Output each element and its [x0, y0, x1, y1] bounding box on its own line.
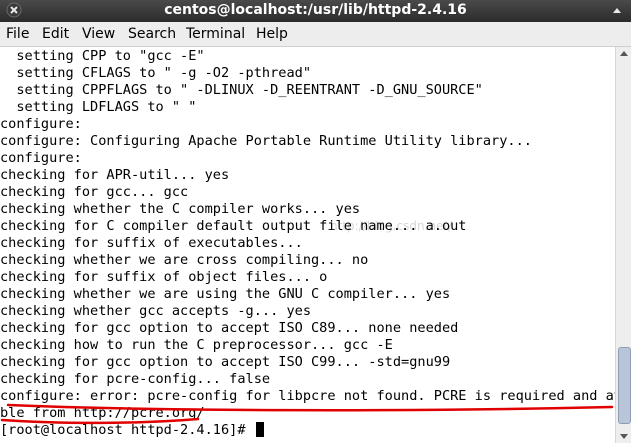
maximize-icon[interactable]	[609, 3, 625, 19]
error-line-continuation: ble from http://pcre.org/	[0, 405, 205, 421]
title-bar: centos@localhost:/usr/lib/httpd-2.4.16	[0, 0, 631, 22]
menu-edit[interactable]: Edit	[42, 26, 69, 42]
text-cursor	[255, 422, 264, 437]
terminal-line: setting CPPFLAGS to " -DLINUX -D_REENTRA…	[0, 82, 483, 98]
window-title: centos@localhost:/usr/lib/httpd-2.4.16	[164, 2, 467, 18]
terminal-line: checking for suffix of executables...	[0, 235, 303, 251]
terminal-line: checking for gcc option to accept ISO C9…	[0, 354, 451, 370]
terminal-line: checking whether we are using the GNU C …	[0, 286, 451, 302]
vertical-scrollbar[interactable]	[615, 47, 631, 443]
menu-view[interactable]: View	[82, 26, 115, 42]
terminal-line: configure:	[0, 116, 82, 132]
scroll-up-arrow-icon[interactable]	[619, 49, 629, 59]
terminal-line: checking for gcc option to accept ISO C8…	[0, 320, 459, 336]
terminal-line: checking for gcc... gcc	[0, 184, 189, 200]
terminal-line: configure: Configuring Apache Portable R…	[0, 133, 532, 149]
terminal-line: checking whether we are cross compiling.…	[0, 252, 369, 268]
menu-bar: File Edit View Search Terminal Help	[0, 22, 631, 47]
terminal-line: checking for APR-util... yes	[0, 167, 230, 183]
menu-help[interactable]: Help	[256, 26, 288, 42]
terminal-line: checking how to run the C preprocessor..…	[0, 337, 393, 353]
menu-terminal[interactable]: Terminal	[186, 26, 245, 42]
terminal-output[interactable]: http://blog.csdn.net/ setting CPP to "gc…	[0, 47, 615, 443]
terminal-line: checking for suffix of object files... o	[0, 269, 328, 285]
terminal-line: setting LDFLAGS to " "	[0, 99, 197, 115]
terminal-line: setting CPP to "gcc -E"	[0, 48, 205, 64]
menu-file[interactable]: File	[6, 26, 29, 42]
prompt-line[interactable]: [root@localhost httpd-2.4.16]#	[0, 422, 264, 439]
scroll-down-arrow-icon[interactable]	[619, 431, 629, 441]
terminal-line: checking whether the C compiler works...…	[0, 201, 361, 217]
terminal-line: checking whether gcc accepts -g... yes	[0, 303, 311, 319]
terminal-line: checking for pcre-config... false	[0, 371, 271, 387]
terminal-line: setting CFLAGS to " -g -O2 -pthread"	[0, 65, 311, 81]
terminal-line: configure:	[0, 150, 82, 166]
error-line: configure: error: pcre-config for libpcr…	[0, 388, 615, 404]
terminal-line: checking for C compiler default output f…	[0, 218, 467, 234]
scrollbar-thumb[interactable]	[618, 347, 631, 424]
shell-prompt: [root@localhost httpd-2.4.16]#	[0, 422, 254, 438]
menu-search[interactable]: Search	[128, 26, 176, 42]
